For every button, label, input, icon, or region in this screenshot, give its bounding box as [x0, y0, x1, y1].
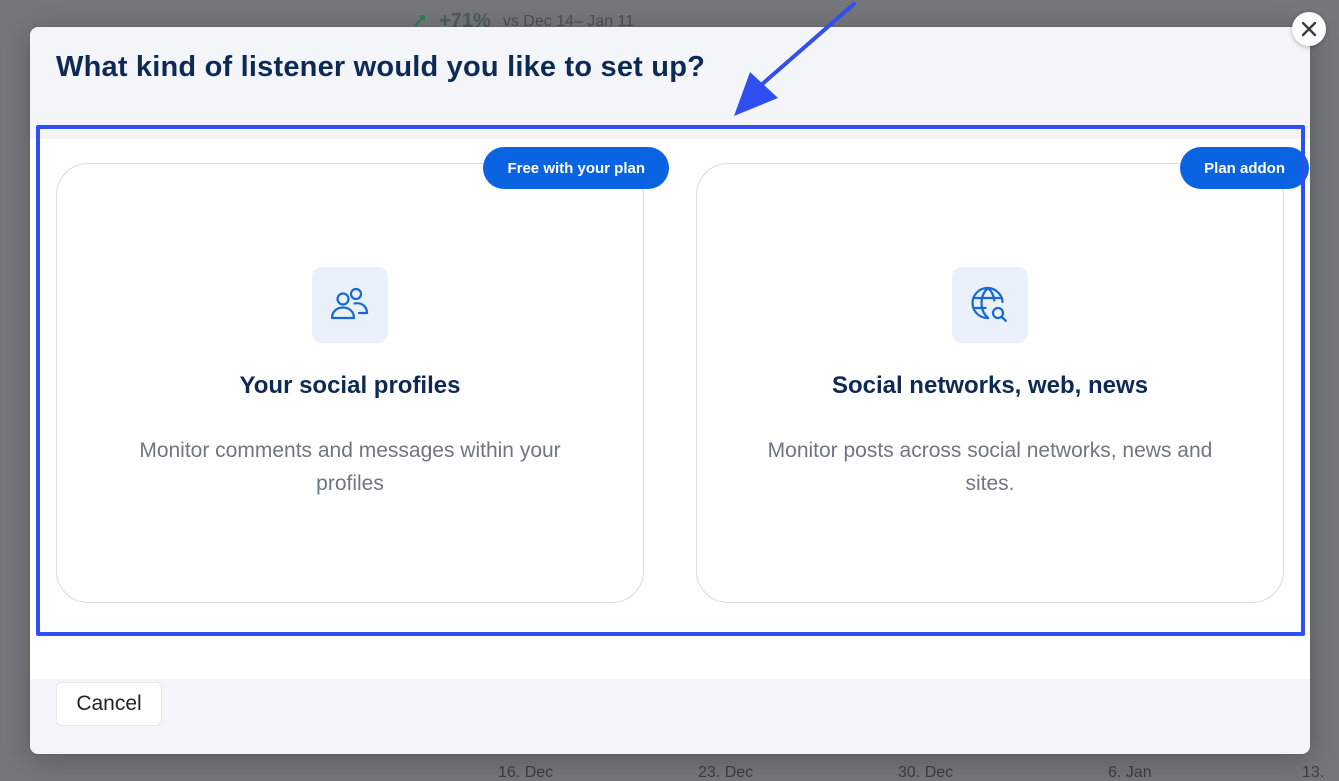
option-title: Social networks, web, news	[831, 372, 1149, 399]
option-description: Monitor comments and messages within you…	[139, 439, 561, 495]
close-button[interactable]	[1292, 12, 1326, 46]
option-title: Your social profiles	[239, 372, 461, 399]
plan-badge: Free with your plan	[483, 147, 669, 189]
option-card-social-profiles[interactable]: Free with your plan Your social profiles…	[56, 147, 669, 603]
axis-label: 16. Dec	[498, 764, 554, 781]
close-icon	[1301, 21, 1317, 37]
globe-search-icon	[952, 267, 1028, 343]
annotation-arrow-icon	[734, 2, 856, 116]
axis-label: 30. Dec	[898, 764, 954, 781]
users-icon	[312, 267, 388, 343]
listener-setup-dialog: What kind of listener would you like to …	[30, 27, 1310, 754]
axis-label: 23. Dec	[698, 764, 754, 781]
background-axis: 16. Dec 23. Dec 30. Dec 6. Jan 13.	[0, 764, 1339, 781]
dialog-title: What kind of listener would you like to …	[56, 51, 706, 83]
option-card-social-web-news[interactable]: Plan addon Social networks, web, news Mo…	[696, 147, 1309, 603]
option-description: Monitor posts across social networks, ne…	[767, 439, 1213, 495]
axis-label: 13.	[1302, 764, 1325, 781]
axis-label: 6. Jan	[1108, 764, 1152, 781]
plan-badge: Plan addon	[1180, 147, 1309, 189]
cancel-button[interactable]: Cancel	[56, 682, 162, 726]
